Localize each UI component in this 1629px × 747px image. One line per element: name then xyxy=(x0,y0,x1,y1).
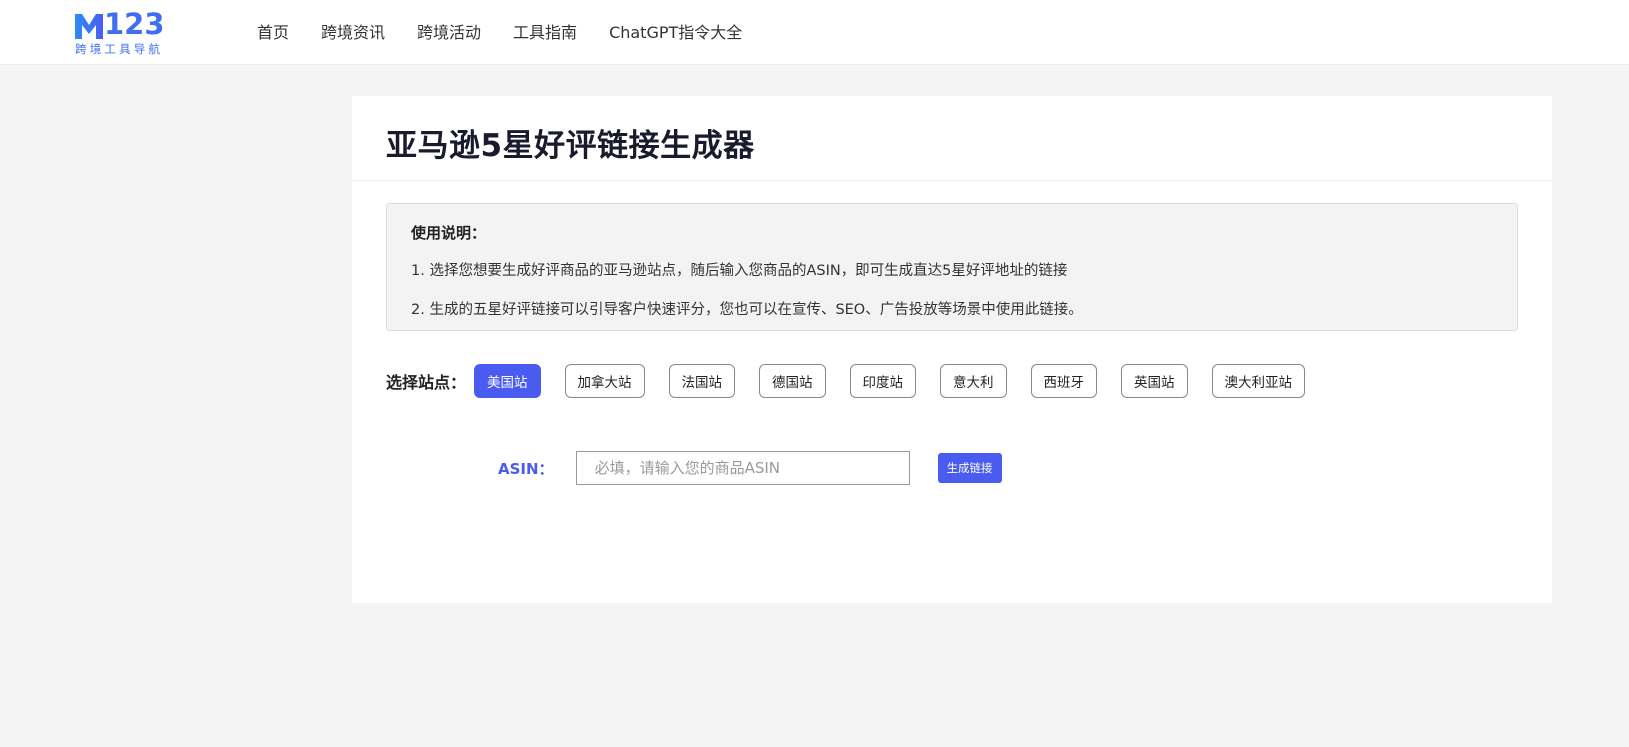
main-nav: 首页 跨境资讯 跨境活动 工具指南 ChatGPT指令大全 xyxy=(257,20,774,45)
site-button-us[interactable]: 美国站 xyxy=(474,364,541,398)
site-button-uk[interactable]: 英国站 xyxy=(1121,364,1188,398)
notice-title: 使用说明： xyxy=(411,224,487,242)
top-navbar: 123 跨境工具导航 首页 跨境资讯 跨境活动 工具指南 ChatGPT指令大全 xyxy=(0,0,1629,65)
nav-home[interactable]: 首页 xyxy=(257,20,289,45)
site-button-au[interactable]: 澳大利亚站 xyxy=(1211,364,1306,398)
site-selector: 选择站点： 美国站 加拿大站 法国站 德国站 印度站 意大利 西班牙 英国站 澳… xyxy=(386,364,1329,398)
logo-number: 123 xyxy=(104,7,165,41)
site-button-ca[interactable]: 加拿大站 xyxy=(564,364,645,398)
site-button-es[interactable]: 西班牙 xyxy=(1030,364,1098,398)
nav-cross-border-news[interactable]: 跨境资讯 xyxy=(321,20,385,45)
nav-chatgpt-prompts[interactable]: ChatGPT指令大全 xyxy=(609,20,742,45)
logo-m-icon xyxy=(74,10,104,40)
logo-subtitle: 跨境工具导航 xyxy=(75,42,164,56)
site-logo[interactable]: 123 跨境工具导航 xyxy=(74,7,169,56)
site-button-de[interactable]: 德国站 xyxy=(759,364,826,398)
card-header: 亚马逊5星好评链接生成器 xyxy=(352,96,1552,181)
generate-link-button[interactable]: 生成链接 xyxy=(937,453,1002,483)
site-button-in[interactable]: 印度站 xyxy=(849,364,917,398)
page-title: 亚马逊5星好评链接生成器 xyxy=(386,128,755,164)
notice-line-1: 1. 选择您想要生成好评商品的亚马逊站点，随后输入您商品的ASIN，即可生成直达… xyxy=(411,263,1068,279)
asin-input[interactable] xyxy=(575,451,910,485)
site-button-it[interactable]: 意大利 xyxy=(940,364,1007,398)
asin-label: ASIN： xyxy=(498,459,554,478)
site-selector-label: 选择站点： xyxy=(386,373,467,392)
nav-tool-guide[interactable]: 工具指南 xyxy=(513,20,577,45)
tool-card: 亚马逊5星好评链接生成器 使用说明： 1. 选择您想要生成好评商品的亚马逊站点，… xyxy=(352,96,1552,603)
site-button-fr[interactable]: 法国站 xyxy=(668,364,736,398)
notice-line-2: 2. 生成的五星好评链接可以引导客户快速评分，您也可以在宣传、SEO、广告投放等… xyxy=(411,302,1083,318)
asin-form: ASIN： 生成链接 xyxy=(498,451,1002,485)
nav-cross-border-events[interactable]: 跨境活动 xyxy=(417,20,481,45)
usage-notice: 使用说明： 1. 选择您想要生成好评商品的亚马逊站点，随后输入您商品的ASIN，… xyxy=(386,203,1518,331)
